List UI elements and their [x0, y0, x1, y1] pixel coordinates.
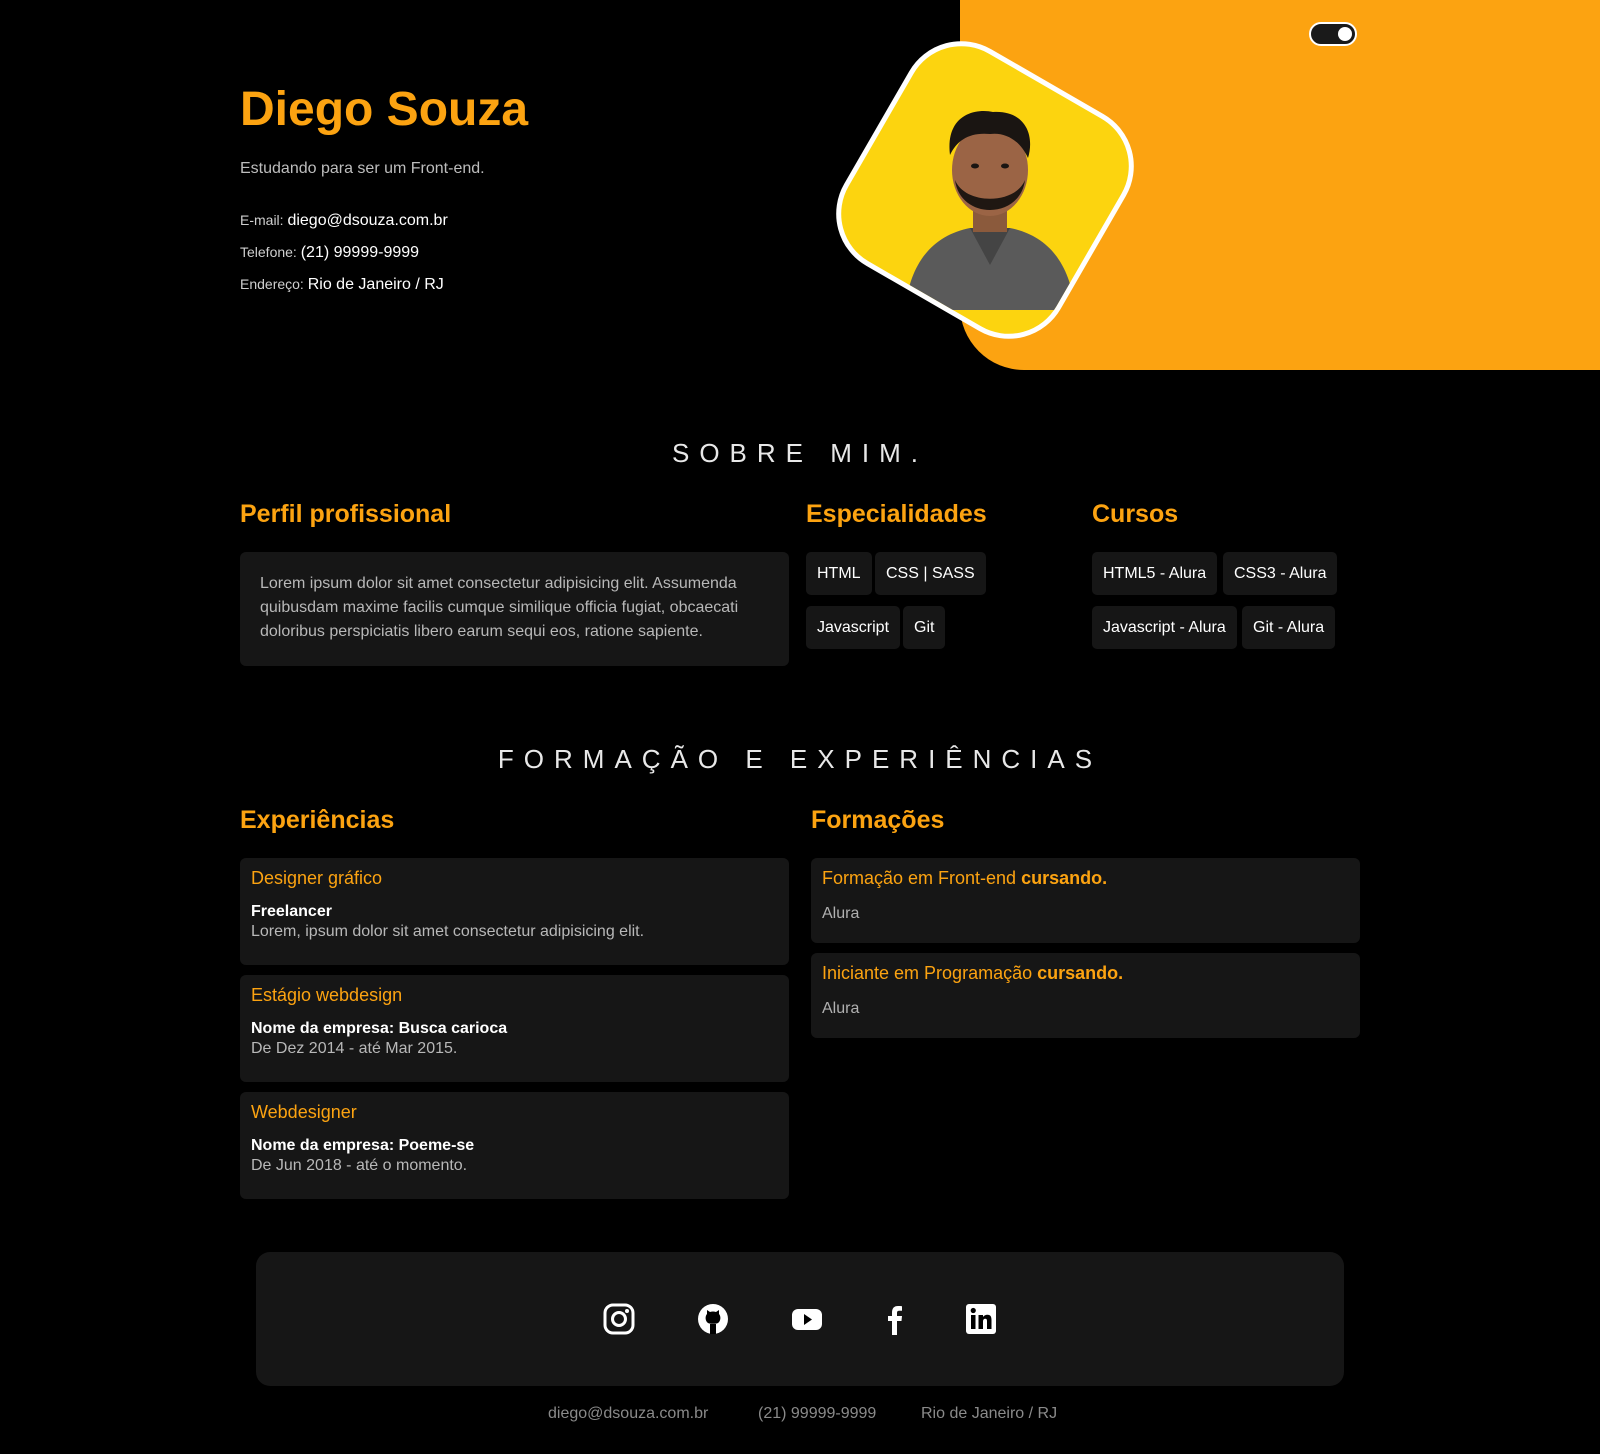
- experience-role: Designer gráfico: [251, 868, 383, 888]
- contact-label: Telefone:: [240, 244, 297, 260]
- contact-label: E-mail:: [240, 212, 284, 228]
- formation-school: Alura: [822, 1000, 860, 1017]
- contact-value: Rio de Janeiro / RJ: [307, 276, 444, 293]
- experiencias-heading: Experiências: [240, 806, 395, 834]
- profile-tagline: Estudando para ser um Front-end.: [240, 160, 485, 177]
- formation-course-name: Iniciante em Programação: [822, 963, 1033, 983]
- contact-phone: Telefone: (21) 99999-9999: [240, 244, 419, 262]
- profile-name: Diego Souza: [240, 83, 529, 136]
- experience-description: Lorem, ipsum dolor sit amet consectetur …: [251, 923, 645, 940]
- contact-address: Endereço: Rio de Janeiro / RJ: [240, 276, 444, 294]
- experience-role: Estágio webdesign: [251, 985, 403, 1005]
- section-title-about: SOBRE MIM.: [671, 438, 928, 468]
- github-icon[interactable]: [696, 1302, 730, 1336]
- formation-course-name: Formação em Front-end: [822, 868, 1017, 888]
- perfil-text: Lorem ipsum dolor sit amet consectetur a…: [240, 552, 789, 666]
- footer-address: Rio de Janeiro / RJ: [921, 1405, 1058, 1422]
- skill-chip[interactable]: Git: [903, 606, 946, 649]
- profile-photo: [865, 70, 1105, 310]
- formation-status: cursando.: [1037, 963, 1124, 983]
- footer-phone: (21) 99999-9999: [758, 1405, 877, 1422]
- theme-toggle[interactable]: [1309, 22, 1357, 46]
- experience-card: Estágio webdesign Nome da empresa: Busca…: [240, 975, 789, 1082]
- experience-card: Designer gráfico Freelancer Lorem, ipsum…: [240, 858, 789, 965]
- formation-card: Formação em Front-end cursando. Alura: [811, 858, 1360, 943]
- formacoes-heading: Formações: [811, 806, 945, 834]
- experience-company: Nome da empresa: Poeme-se: [251, 1137, 475, 1154]
- experience-description: De Jun 2018 - até o momento.: [251, 1157, 468, 1174]
- formation-school: Alura: [822, 905, 860, 922]
- toggle-knob: [1338, 27, 1352, 41]
- contact-value: (21) 99999-9999: [300, 244, 420, 261]
- facebook-icon[interactable]: [878, 1302, 912, 1336]
- contact-email: E-mail: diego@dsouza.com.br: [240, 212, 448, 230]
- contact-label: Endereço:: [240, 276, 304, 292]
- formation-course: Iniciante em Programação cursando.: [822, 963, 1349, 984]
- course-chip[interactable]: Javascript - Alura: [1092, 606, 1237, 649]
- skill-chip[interactable]: HTML: [806, 552, 872, 595]
- experience-role: Webdesigner: [251, 1102, 357, 1122]
- course-chip[interactable]: CSS3 - Alura: [1223, 552, 1338, 595]
- experience-company: Nome da empresa: Busca carioca: [251, 1020, 508, 1037]
- experience-card: Webdesigner Nome da empresa: Poeme-se De…: [240, 1092, 789, 1199]
- skill-chip[interactable]: CSS | SASS: [875, 552, 986, 595]
- instagram-icon[interactable]: [602, 1302, 636, 1336]
- section-title-experience: FORMAÇÃO E EXPERIÊNCIAS: [497, 744, 1103, 774]
- youtube-icon[interactable]: [790, 1302, 824, 1336]
- perfil-heading: Perfil profissional: [240, 500, 452, 528]
- skill-chip[interactable]: Javascript: [806, 606, 901, 649]
- course-chip[interactable]: Git - Alura: [1242, 606, 1336, 649]
- course-chip[interactable]: HTML5 - Alura: [1092, 552, 1218, 595]
- formation-status: cursando.: [1021, 868, 1108, 888]
- cursos-heading: Cursos: [1092, 500, 1179, 528]
- contact-value: diego@dsouza.com.br: [287, 212, 448, 229]
- footer-email: diego@dsouza.com.br: [548, 1405, 709, 1422]
- formation-course: Formação em Front-end cursando.: [822, 868, 1349, 889]
- experience-description: De Dez 2014 - até Mar 2015.: [251, 1040, 458, 1057]
- especialidades-heading: Especialidades: [806, 500, 987, 528]
- experience-company: Freelancer: [251, 903, 332, 920]
- linkedin-icon[interactable]: [964, 1302, 998, 1336]
- formation-card: Iniciante em Programação cursando. Alura: [811, 953, 1360, 1038]
